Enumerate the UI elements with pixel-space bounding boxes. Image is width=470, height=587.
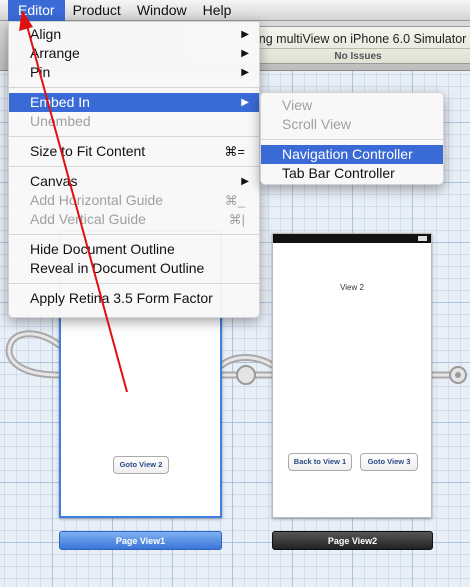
menu-item-reveal-in-document-outline[interactable]: Reveal in Document Outline [9, 259, 259, 278]
menu-item-unembed: Unembed [9, 112, 259, 131]
menu-editor[interactable]: Editor [8, 0, 65, 21]
activity-title: ing multiView on iPhone 6.0 Simulator [256, 32, 467, 46]
menu-item-label: Add Vertical Guide [30, 211, 146, 227]
submenu-arrow-icon: ▶ [241, 67, 249, 78]
menu-item-label: Hide Document Outline [30, 241, 175, 257]
submenu-arrow-icon: ▶ [241, 48, 249, 59]
goto-view2-button[interactable]: Goto View 2 [113, 456, 169, 474]
menu-item-label: Reveal in Document Outline [30, 260, 205, 276]
menu-item-embed-in[interactable]: Embed In ▶ [9, 93, 259, 112]
menu-item-label: Pin [30, 64, 51, 80]
status-bar [273, 234, 431, 243]
embed-in-submenu: View Scroll View Navigation Controller T… [260, 92, 444, 185]
scene-label-page-view2[interactable]: Page View2 [272, 531, 433, 550]
submenu-arrow-icon: ▶ [241, 176, 249, 187]
segue-line-left [5, 330, 63, 379]
menu-item-label: Unembed [30, 113, 91, 129]
menu-help[interactable]: Help [195, 0, 240, 21]
segue-icon-middle [236, 365, 256, 385]
submenu-item-view: View [261, 96, 443, 115]
menu-item-add-vertical-guide: Add Vertical Guide ⌘| [9, 210, 259, 229]
menu-item-label: Align [30, 26, 62, 42]
menu-item-label: Scroll View [282, 116, 351, 132]
menu-item-pin[interactable]: Pin ▶ [9, 63, 259, 82]
menu-separator [9, 87, 259, 88]
menu-separator [9, 136, 259, 137]
menu-item-arrange[interactable]: Arrange ▶ [9, 44, 259, 63]
menu-bar: Editor Product Window Help [0, 0, 470, 21]
scene-page-view2[interactable]: View 2 Back to View 1 Goto View 3 [272, 233, 432, 518]
view2-title: View 2 [340, 283, 364, 292]
menu-product[interactable]: Product [65, 0, 129, 21]
menu-item-label: Arrange [30, 45, 80, 61]
segue-icon-right [449, 366, 467, 384]
menu-separator [9, 234, 259, 235]
menu-shortcut: ⌘_ [224, 193, 245, 208]
menu-item-label: Canvas [30, 173, 78, 189]
submenu-item-tab-bar-controller[interactable]: Tab Bar Controller [261, 164, 443, 183]
submenu-item-navigation-controller[interactable]: Navigation Controller [261, 145, 443, 164]
menu-separator [9, 166, 259, 167]
menu-window[interactable]: Window [129, 0, 195, 21]
menu-item-label: View [282, 97, 313, 113]
menu-item-label: Apply Retina 3.5 Form Factor [30, 290, 213, 306]
submenu-arrow-icon: ▶ [241, 29, 249, 40]
menu-item-label: Add Horizontal Guide [30, 192, 164, 208]
menu-item-align[interactable]: Align ▶ [9, 25, 259, 44]
menu-shortcut: ⌘= [224, 144, 245, 159]
menu-item-label: Navigation Controller [282, 146, 413, 162]
back-to-view1-button[interactable]: Back to View 1 [288, 453, 352, 471]
scene-label-page-view1[interactable]: Page View1 [59, 531, 222, 550]
menu-separator [261, 139, 443, 140]
menu-item-label: Size to Fit Content [30, 143, 146, 159]
menu-separator [9, 283, 259, 284]
menu-shortcut: ⌘| [228, 212, 245, 227]
menu-item-hide-document-outline[interactable]: Hide Document Outline [9, 240, 259, 259]
battery-icon [418, 236, 427, 241]
editor-menu: Align ▶ Arrange ▶ Pin ▶ Embed In ▶ Unemb… [8, 21, 260, 318]
submenu-item-scroll-view: Scroll View [261, 115, 443, 134]
goto-view3-button[interactable]: Goto View 3 [360, 453, 418, 471]
menu-item-label: Tab Bar Controller [282, 165, 395, 181]
segue-line-middle-2 [218, 354, 276, 369]
submenu-arrow-icon: ▶ [241, 97, 249, 108]
menu-item-label: Embed In [30, 94, 90, 110]
menu-item-size-to-fit[interactable]: Size to Fit Content ⌘= [9, 142, 259, 161]
menu-item-canvas[interactable]: Canvas ▶ [9, 172, 259, 191]
menu-item-apply-retina-form-factor[interactable]: Apply Retina 3.5 Form Factor [9, 289, 259, 308]
menu-item-add-horizontal-guide: Add Horizontal Guide ⌘_ [9, 191, 259, 210]
